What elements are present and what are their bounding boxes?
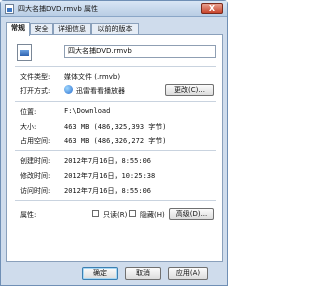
properties-window: 四大名捕DVD.rmvb 属性 X 常规 安全 详细信息 以前的版本 四大名捕D… — [0, 0, 228, 286]
attributes-label: 属性: — [20, 211, 37, 219]
change-button[interactable]: 更改(C)... — [165, 84, 214, 96]
file-type-value: 媒体文件 (.rmvb) — [64, 73, 121, 81]
open-with-label: 打开方式: — [20, 87, 51, 95]
close-button[interactable]: X — [201, 3, 223, 14]
ok-button[interactable]: 确定 — [82, 267, 118, 280]
accessed-value: 2012年7月16日，8:55:06 — [64, 187, 152, 195]
file-icon — [5, 4, 14, 14]
modified-value: 2012年7月16日，10:25:38 — [64, 172, 156, 180]
apply-button[interactable]: 应用(A) — [168, 267, 208, 280]
divider — [15, 66, 216, 67]
open-with-value: 迅雷看看播放器 — [76, 87, 125, 95]
divider — [15, 101, 216, 102]
window-title: 四大名捕DVD.rmvb 属性 — [18, 5, 99, 13]
modified-label: 修改时间: — [20, 172, 51, 180]
video-file-icon — [17, 44, 32, 61]
xunlei-player-icon — [64, 85, 73, 94]
title-bar: 四大名捕DVD.rmvb 属性 X — [1, 1, 227, 17]
accessed-label: 访问时间: — [20, 187, 51, 195]
size-on-disk-label: 占用空间: — [20, 137, 51, 145]
general-panel: 四大名捕DVD.rmvb 文件类型: 媒体文件 (.rmvb) 打开方式: 迅雷… — [6, 34, 223, 262]
divider — [15, 150, 216, 151]
hidden-label[interactable]: 隐藏(H) — [140, 210, 165, 220]
readonly-checkbox[interactable] — [92, 210, 99, 217]
size-value: 463 MB (486,325,393 字节) — [64, 123, 167, 131]
tab-general[interactable]: 常规 — [6, 22, 30, 36]
size-on-disk-value: 463 MB (486,326,272 字节) — [64, 137, 167, 145]
file-name-input[interactable]: 四大名捕DVD.rmvb — [64, 45, 216, 58]
location-value: F:\Download — [64, 107, 111, 115]
cancel-button[interactable]: 取消 — [125, 267, 161, 280]
readonly-label[interactable]: 只读(R) — [103, 210, 127, 220]
created-value: 2012年7月16日，8:55:06 — [64, 157, 152, 165]
divider — [15, 200, 216, 201]
advanced-button[interactable]: 高级(D)... — [169, 208, 214, 220]
created-label: 创建时间: — [20, 157, 51, 165]
location-label: 位置: — [20, 108, 37, 116]
hidden-checkbox[interactable] — [129, 210, 136, 217]
size-label: 大小: — [20, 123, 37, 131]
file-type-label: 文件类型: — [20, 73, 51, 81]
